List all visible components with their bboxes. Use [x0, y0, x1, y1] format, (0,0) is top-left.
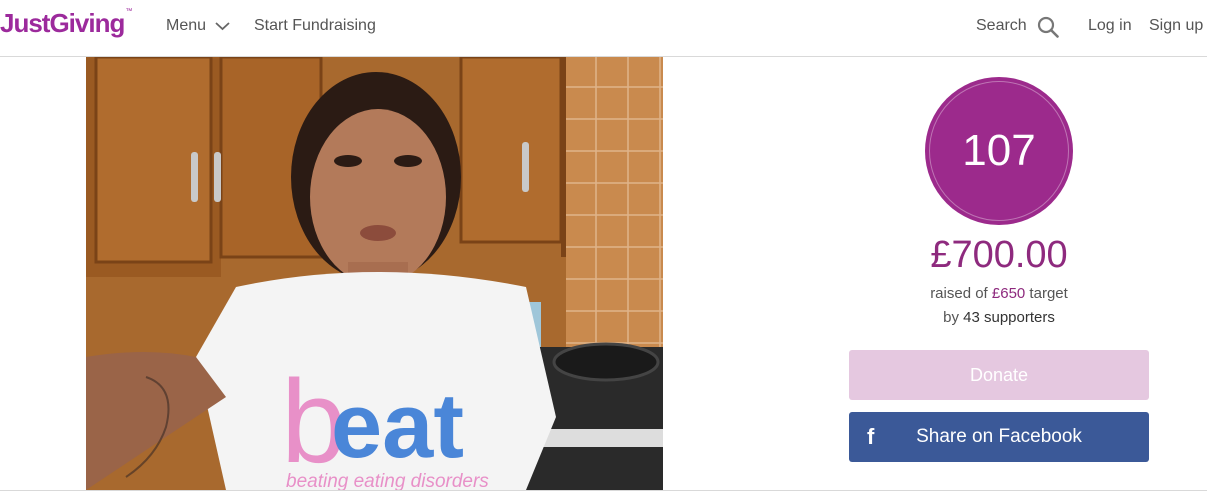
shirt-tagline: beating eating disorders: [286, 471, 489, 490]
start-fundraising-link[interactable]: Start Fundraising: [254, 17, 376, 35]
supporters-badge: 107: [925, 77, 1073, 225]
signup-link[interactable]: Sign up: [1149, 17, 1203, 35]
raised-prefix: raised of: [930, 285, 992, 302]
site-header: JustGiving™ Menu Start Fundraising Searc…: [0, 0, 1207, 57]
supporters-count-line: by 43 supporters: [849, 309, 1149, 326]
login-link[interactable]: Log in: [1088, 17, 1132, 35]
justgiving-logo[interactable]: JustGiving™: [0, 8, 132, 39]
donate-label: Donate: [969, 364, 1029, 385]
logo-trademark: ™: [125, 8, 132, 15]
badge-count: 107: [962, 126, 1036, 175]
search-icon[interactable]: [1037, 16, 1059, 38]
share-facebook-label: Share on Facebook: [916, 426, 1082, 447]
menu-label: Menu: [166, 17, 207, 34]
share-facebook-button[interactable]: f Share on Facebook: [849, 412, 1149, 462]
search-link[interactable]: Search: [976, 17, 1027, 35]
target-amount: £650: [991, 285, 1026, 302]
supporters-count: 43 supporters: [963, 309, 1055, 326]
raised-of-target: raised of £650 target: [849, 285, 1149, 302]
amount-raised: £700.00: [930, 234, 1068, 276]
menu-dropdown[interactable]: Menu: [166, 17, 230, 35]
logo-text: JustGiving: [0, 8, 125, 38]
raised-suffix: target: [1025, 285, 1068, 302]
by-prefix: by: [943, 309, 964, 326]
chevron-down-icon: [215, 22, 230, 31]
donate-button[interactable]: Donate: [849, 350, 1149, 400]
fundraiser-photo: b eat beating eating disorders: [86, 57, 663, 490]
facebook-icon: f: [867, 424, 875, 449]
shirt-logo-eat: eat: [331, 375, 464, 477]
fundraiser-photo-illustration: b eat beating eating disorders: [86, 57, 663, 490]
